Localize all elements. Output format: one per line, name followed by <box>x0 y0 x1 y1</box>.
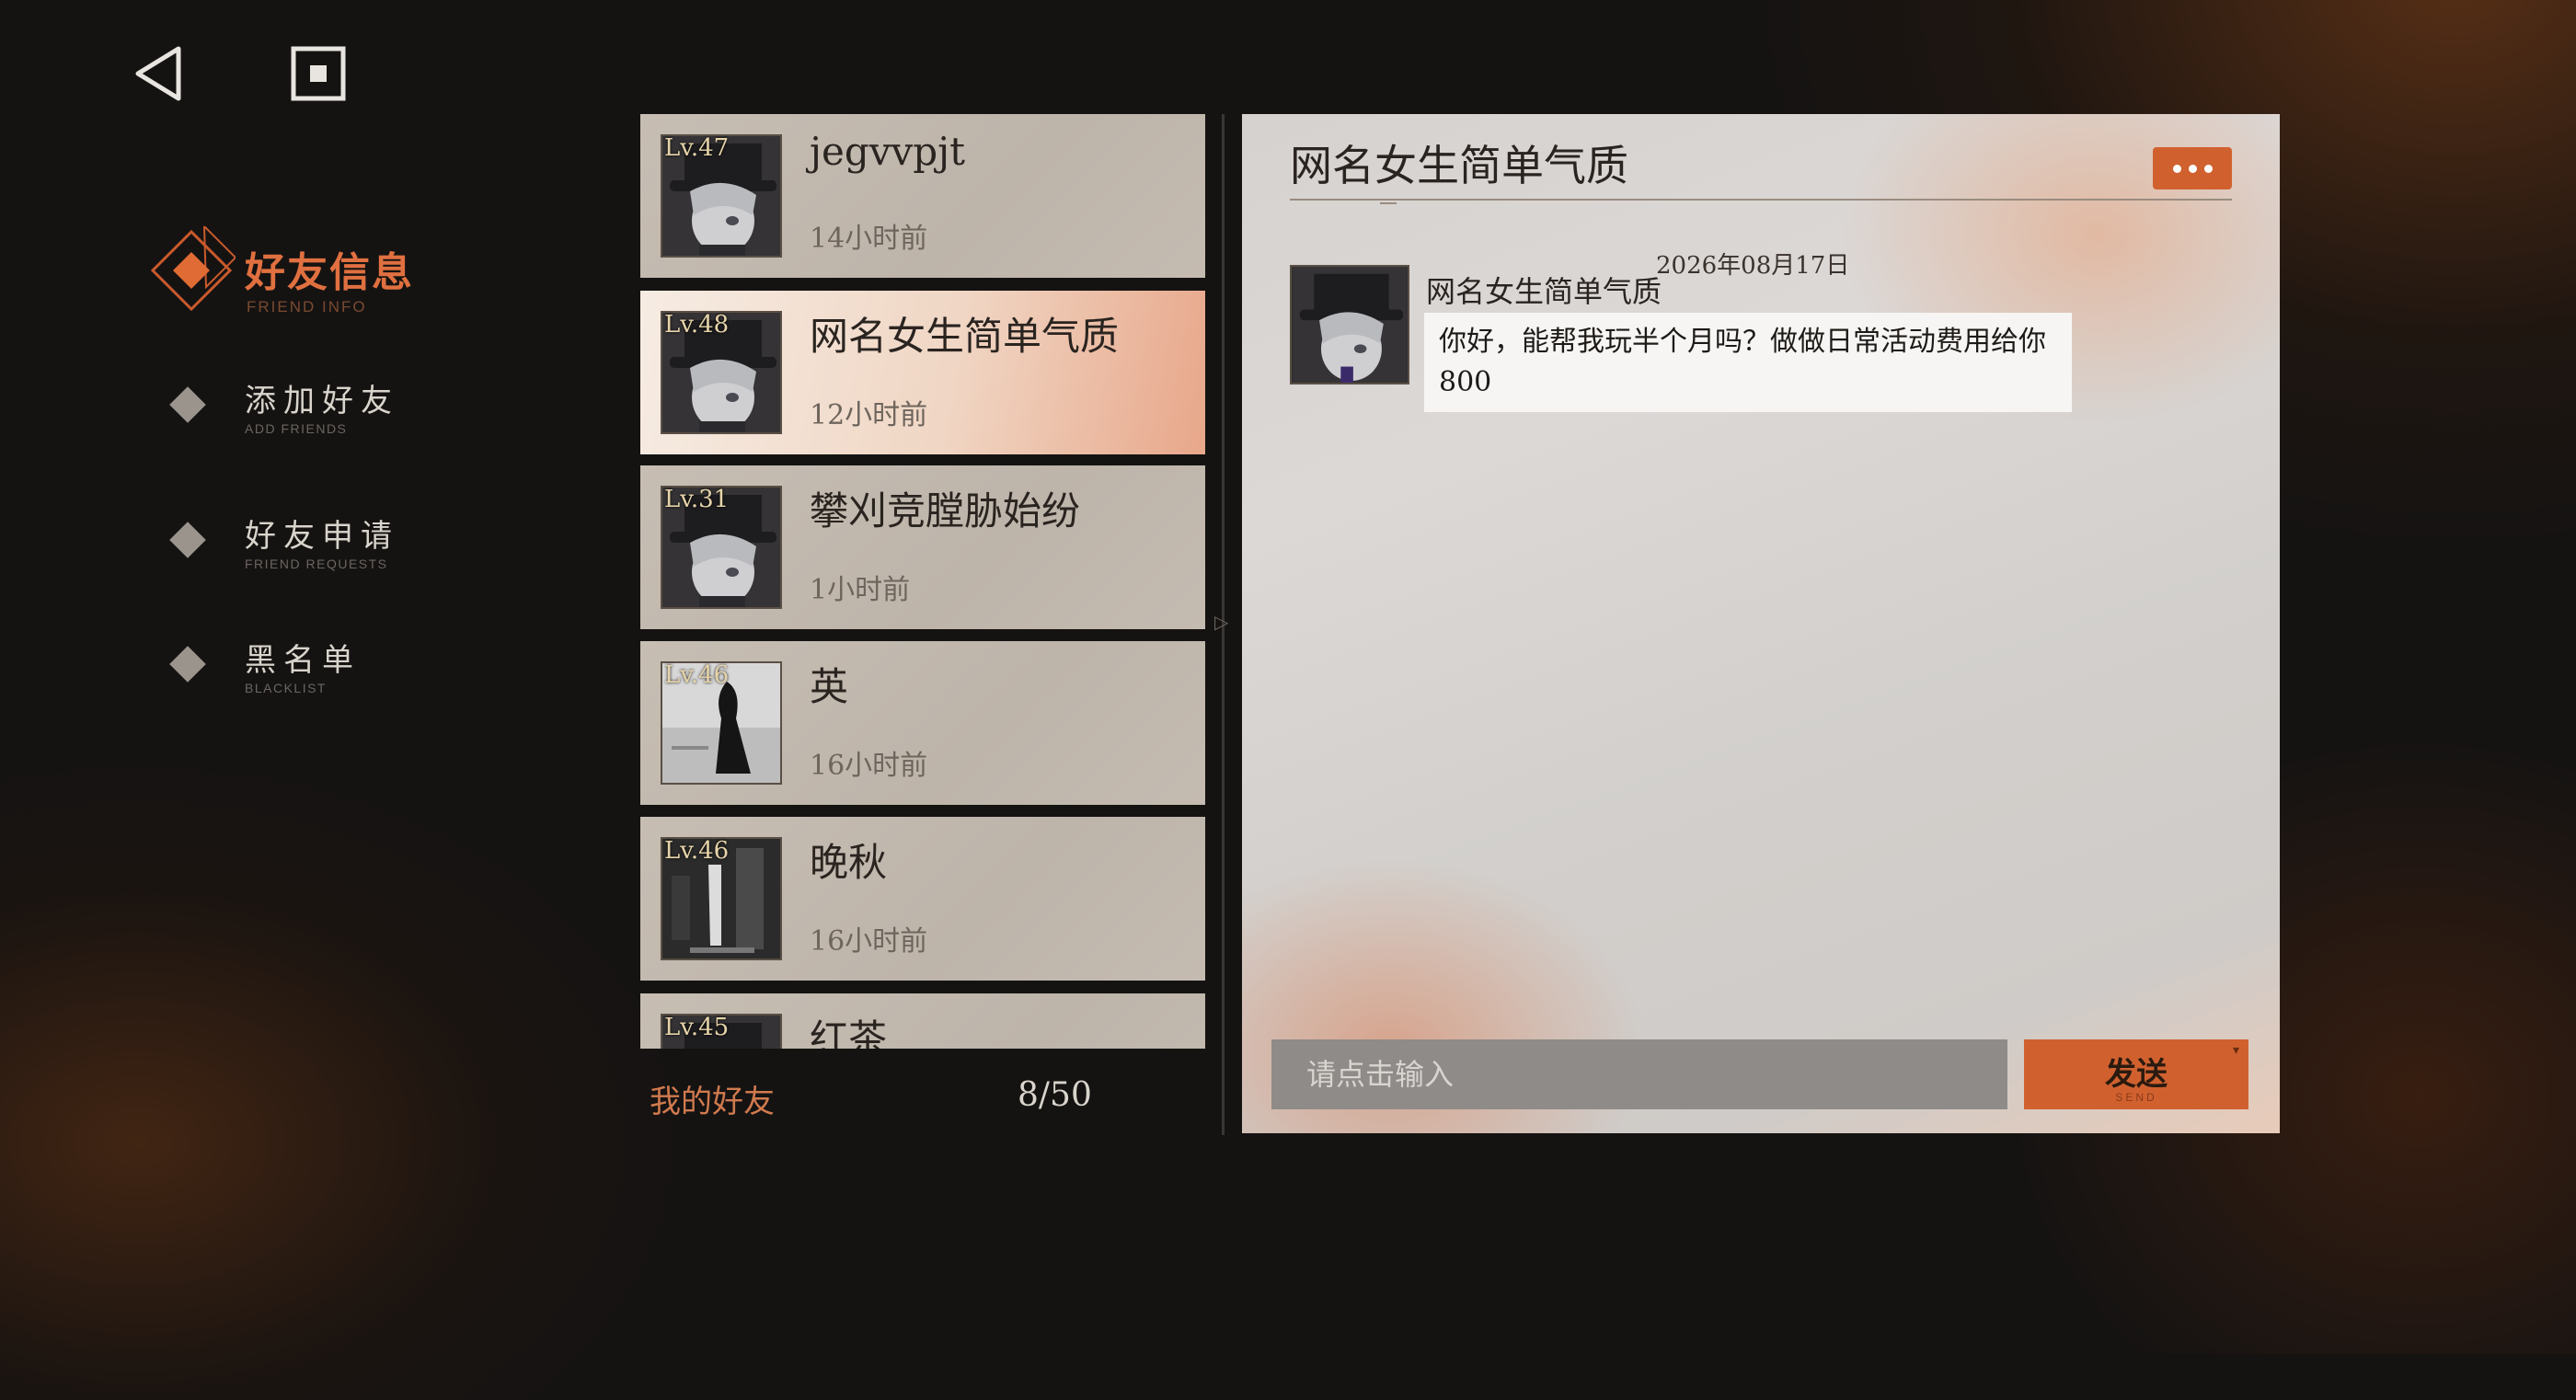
more-dots-icon <box>2172 164 2181 173</box>
diamond-bullet-icon <box>169 386 206 423</box>
friend-card[interactable]: Lv.46 晚秋 16小时前 <box>640 817 1205 981</box>
friend-card-selected[interactable]: Lv.48 网名女生简单气质 12小时前 <box>640 291 1205 454</box>
friend-name: 晚秋 <box>810 840 888 885</box>
friend-list[interactable]: Lv.47 jegvvpjt 14小时前 Lv.48 网名女生简单气质 12小时… <box>640 114 1205 1049</box>
sidebar-item-sublabel: FRIEND REQUESTS <box>245 557 388 571</box>
friend-name: 网名女生简单气质 <box>810 314 1120 359</box>
level-badge: Lv.45 <box>664 1014 730 1041</box>
sidebar-title: 好友信息 <box>245 249 414 296</box>
last-online-time: 16小时前 <box>810 925 928 958</box>
sidebar-item-sublabel: ADD FRIENDS <box>245 421 348 436</box>
title-divider-tick <box>1380 202 1397 204</box>
friend-name: 红茶 <box>810 1016 888 1049</box>
friend-name: 攀刈竞膛胁始纷 <box>810 488 1081 534</box>
message-bubble: 你好，能帮我玩半个月吗？做做日常活动费用给你800 <box>1424 313 2072 412</box>
send-label: 发送 <box>2105 1056 2168 1093</box>
level-badge: Lv.48 <box>664 311 730 339</box>
sidebar-header: 好友信息 FRIEND INFO <box>147 221 451 322</box>
sender-avatar[interactable] <box>1290 265 1409 384</box>
sidebar-item-blacklist[interactable]: 黑名单 BLACKLIST <box>169 631 447 705</box>
diamond-bullet-icon <box>169 522 206 558</box>
sidebar: 好友信息 FRIEND INFO 添加好友 ADD FRIENDS 好友申请 F… <box>0 0 589 1170</box>
message-date: 2026年08月17日 <box>1656 252 1850 280</box>
sidebar-item-sublabel: BLACKLIST <box>245 681 327 695</box>
friend-name: 英 <box>810 664 849 709</box>
last-online-time: 1小时前 <box>810 574 911 606</box>
level-badge: Lv.31 <box>664 486 730 513</box>
send-sublabel: SEND <box>2115 1091 2157 1104</box>
friend-card[interactable]: Lv.47 jegvvpjt 14小时前 <box>640 114 1205 278</box>
friend-list-footer: 我的好友 8/50 <box>640 1049 1205 1141</box>
last-online-time: 12小时前 <box>810 399 928 431</box>
sidebar-subtitle: FRIEND INFO <box>247 298 367 316</box>
diamond-bullet-icon <box>169 646 206 683</box>
more-options-button[interactable] <box>2153 147 2232 189</box>
send-button[interactable]: ▾ 发送 SEND <box>2024 1039 2248 1109</box>
my-friends-label: 我的好友 <box>650 1084 775 1120</box>
diamond-emblem-icon <box>150 226 236 312</box>
sidebar-item-label: 好友申请 <box>245 518 399 555</box>
message-sender-name: 网名女生简单气质 <box>1426 274 1662 309</box>
sidebar-item-add-friends[interactable]: 添加好友 ADD FRIENDS <box>169 372 447 445</box>
collapse-arrow-icon[interactable]: ▷ <box>1214 611 1228 633</box>
friend-card[interactable]: Lv.45 红茶 <box>640 993 1205 1049</box>
chat-title: 网名女生简单气质 <box>1290 141 1628 190</box>
friend-name: jegvvpjt <box>810 129 966 174</box>
level-badge: Lv.47 <box>664 134 730 162</box>
last-online-time: 14小时前 <box>810 223 928 255</box>
chat-panel: 网名女生简单气质 2026年08月17日 网名女生简单气质 你好，能帮我玩半个月… <box>1242 114 2280 1133</box>
friend-card[interactable]: Lv.31 攀刈竞膛胁始纷 1小时前 <box>640 465 1205 629</box>
friend-card[interactable]: Lv.46 英 16小时前 <box>640 641 1205 805</box>
title-divider <box>1290 199 2232 201</box>
friend-count: 8/50 <box>1018 1076 1092 1114</box>
last-online-time: 16小时前 <box>810 750 928 782</box>
level-badge: Lv.46 <box>664 661 730 689</box>
sidebar-item-label: 黑名单 <box>245 642 361 679</box>
sidebar-item-friend-requests[interactable]: 好友申请 FRIEND REQUESTS <box>169 507 447 580</box>
hat-character-portrait-icon <box>1292 267 1408 383</box>
level-badge: Lv.46 <box>664 837 730 865</box>
sidebar-item-label: 添加好友 <box>245 383 399 419</box>
chat-input[interactable]: 请点击输入 <box>1271 1039 2007 1109</box>
